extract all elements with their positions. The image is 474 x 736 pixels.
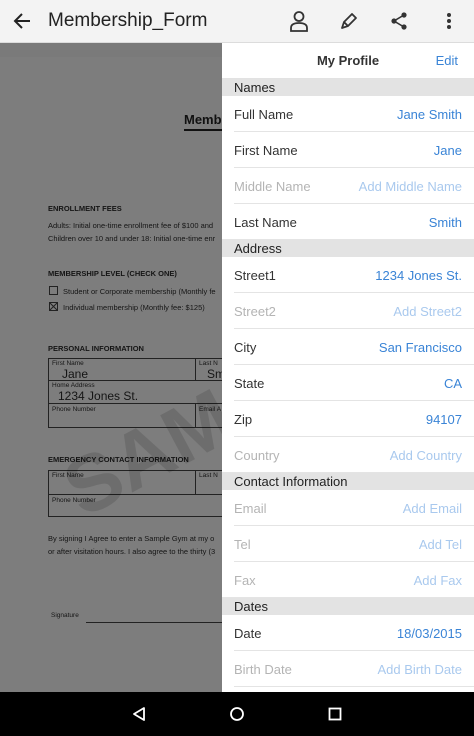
share-button[interactable] [374, 0, 424, 43]
section-dates: Dates [222, 598, 474, 615]
field-label: Last Name [234, 214, 297, 230]
field-value: 18/03/2015 [396, 625, 462, 641]
field-placeholder: Add Fax [413, 572, 462, 588]
field-first-name[interactable]: First Name Jane [222, 132, 474, 168]
field-value: CA [443, 375, 462, 391]
field-label: Fax [234, 572, 256, 588]
field-placeholder: Add Middle Name [358, 178, 462, 194]
nav-home-button[interactable] [217, 694, 257, 734]
checkbox-individual[interactable] [49, 302, 58, 311]
field-label: Middle Name [234, 178, 311, 194]
back-button[interactable] [0, 0, 44, 43]
nav-back-icon [133, 707, 145, 721]
more-options-button[interactable] [424, 0, 474, 43]
field-label: Email [234, 500, 267, 516]
more-vert-icon [447, 13, 451, 29]
field-label: Zip [234, 411, 253, 427]
field-email[interactable]: Email Add Email [222, 490, 474, 526]
edit-button[interactable]: Edit [436, 53, 458, 68]
first-name-value: Jane [62, 367, 89, 381]
home-address-label: Home Address [52, 382, 95, 389]
check-x-icon [50, 303, 57, 310]
signing-text: By signing I Agree to enter a Sample Gym… [48, 534, 215, 543]
field-tel[interactable]: Tel Add Tel [222, 526, 474, 562]
person-icon [290, 11, 308, 32]
field-placeholder: Add Tel [418, 536, 462, 552]
back-arrow-icon [13, 13, 30, 29]
enrollment-heading: ENROLLMENT FEES [48, 204, 122, 213]
field-street2[interactable]: Street2 Add Street2 [222, 293, 474, 329]
field-full-name[interactable]: Full Name Jane Smith [222, 96, 474, 132]
field-label: Full Name [234, 106, 294, 122]
field-middle-name[interactable]: Middle Name Add Middle Name [222, 168, 474, 204]
system-nav-bar [0, 692, 474, 736]
enrollment-text: Adults: Initial one-time enrollment fee … [48, 221, 214, 230]
nav-recents-button[interactable] [315, 694, 355, 734]
profile-panel: My Profile Edit Names Full Name Jane Smi… [222, 43, 474, 692]
level-option: Student or Corporate membership (Monthly… [63, 287, 216, 296]
field-country[interactable]: Country Add Country [222, 437, 474, 473]
nav-recents-icon [328, 707, 342, 721]
field-label: Street1 [234, 267, 276, 283]
field-value: Jane Smith [396, 106, 462, 122]
enrollment-text: Children over 10 and under 18: Initial o… [48, 234, 216, 243]
section-contact: Contact Information [222, 473, 474, 490]
field-value: Jane [433, 142, 462, 158]
document-title: Membership_Form [48, 10, 208, 31]
field-placeholder: Add Street2 [393, 303, 462, 319]
field-label: Date [234, 625, 262, 641]
document-page: Membe ENROLLMENT FEES Adults: Initial on… [0, 57, 222, 692]
personal-heading: PERSONAL INFORMATION [48, 344, 144, 353]
field-label: Street2 [234, 303, 276, 319]
field-label: State [234, 375, 265, 391]
field-zip[interactable]: Zip 94107 [222, 401, 474, 437]
app-bar: Membership_Form [0, 0, 474, 43]
field-label: City [234, 339, 257, 355]
field-placeholder: Add Birth Date [377, 661, 462, 677]
level-heading: MEMBERSHIP LEVEL (CHECK ONE) [48, 269, 177, 278]
signing-text: or after visitation hours. I also agree … [48, 547, 216, 556]
nav-home-icon [230, 707, 244, 721]
field-value: 1234 Jones St. [375, 267, 462, 283]
nav-back-button[interactable] [119, 694, 159, 734]
field-placeholder: Add Country [389, 447, 462, 463]
level-option: Individual membership (Monthly fee: $125… [63, 303, 205, 312]
checkbox-student[interactable] [49, 286, 58, 295]
field-date[interactable]: Date 18/03/2015 [222, 615, 474, 651]
field-label: Birth Date [234, 661, 292, 677]
field-value: San Francisco [378, 339, 462, 355]
field-label: Country [234, 447, 280, 463]
field-last-name[interactable]: Last Name Smith [222, 204, 474, 240]
home-address-value: 1234 Jones St. [58, 389, 139, 403]
first-name-label: First Name [52, 360, 84, 367]
field-placeholder: Add Email [402, 500, 462, 516]
field-state[interactable]: State CA [222, 365, 474, 401]
profile-button[interactable] [274, 0, 324, 43]
panel-header: My Profile Edit [222, 43, 474, 79]
field-fax[interactable]: Fax Add Fax [222, 562, 474, 598]
field-street1[interactable]: Street1 1234 Jones St. [222, 257, 474, 293]
sign-button[interactable] [324, 0, 374, 43]
phone-label: Phone Number [52, 406, 96, 413]
field-city[interactable]: City San Francisco [222, 329, 474, 365]
form-title: Membe [184, 112, 222, 131]
pen-icon [341, 13, 357, 29]
document-viewer[interactable]: Membe ENROLLMENT FEES Adults: Initial on… [0, 43, 222, 692]
signature-line [86, 622, 222, 623]
field-birth-date[interactable]: Birth Date Add Birth Date [222, 651, 474, 687]
section-address: Address [222, 240, 474, 257]
signature-label: Signature [51, 612, 79, 619]
field-value: Smith [428, 214, 462, 230]
field-label: Tel [234, 536, 251, 552]
share-icon [391, 12, 407, 30]
section-names: Names [222, 79, 474, 96]
last-name-label: Last N [199, 360, 218, 367]
field-value: 94107 [425, 411, 462, 427]
field-label: First Name [234, 142, 298, 158]
